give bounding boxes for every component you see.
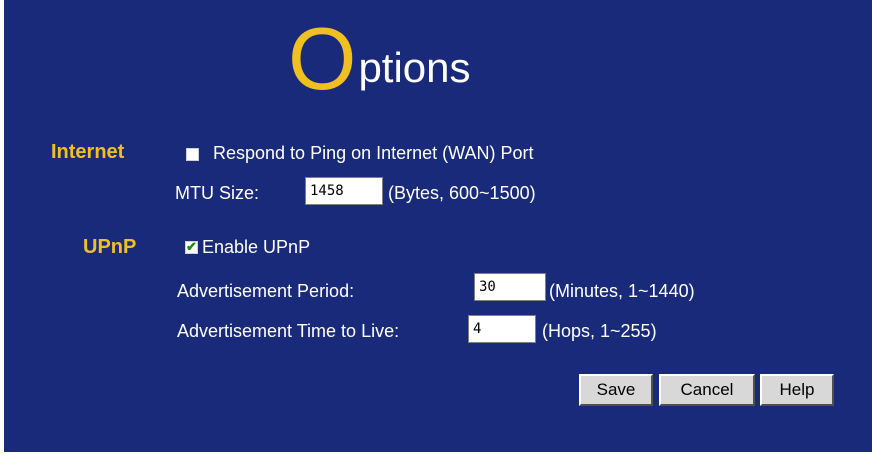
checkmark-icon: ✔ [186,239,197,254]
options-panel: Options Internet Respond to Ping on Inte… [4,0,872,452]
cancel-button[interactable]: Cancel [659,374,755,406]
page-title-rest: ptions [358,44,471,91]
page-title-initial: O [288,9,357,108]
advertisement-ttl-input[interactable] [468,315,536,343]
mtu-size-unit: (Bytes, 600~1500) [388,183,536,203]
save-button[interactable]: Save [579,374,653,406]
page-title: Options [288,14,471,104]
internet-section-label: Internet [51,141,125,163]
respond-to-ping-label: Respond to Ping on Internet (WAN) Port [213,143,534,163]
advertisement-period-input[interactable] [474,273,546,301]
enable-upnp-checkbox[interactable]: ✔ [185,239,198,254]
advertisement-ttl-unit: (Hops, 1~255) [542,321,657,341]
mtu-size-label: MTU Size: [175,183,260,203]
advertisement-period-unit: (Minutes, 1~1440) [549,281,695,301]
advertisement-ttl-label: Advertisement Time to Live: [177,321,400,341]
advertisement-period-label: Advertisement Period: [177,281,355,301]
respond-to-ping-checkbox[interactable] [186,148,199,161]
upnp-section-label: UPnP [83,236,137,258]
help-button[interactable]: Help [760,374,834,406]
enable-upnp-label: Enable UPnP [202,237,311,257]
mtu-size-input[interactable] [305,177,383,205]
